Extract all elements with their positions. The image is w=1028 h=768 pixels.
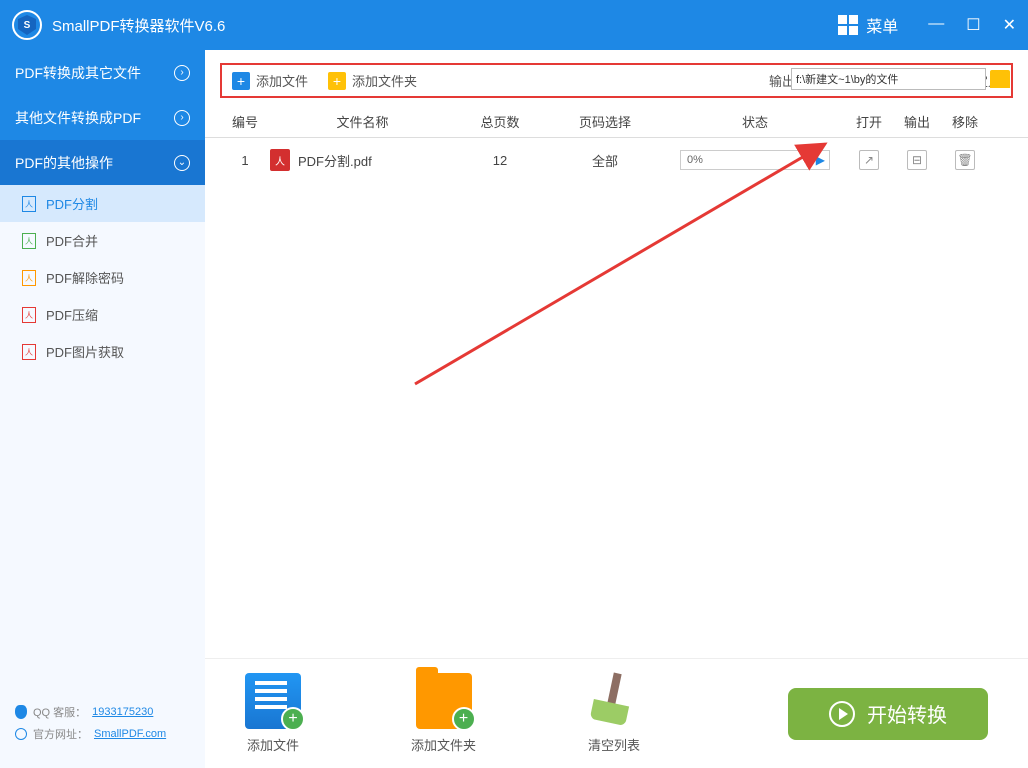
sidebar-item-compress[interactable]: PDF压缩 — [0, 296, 205, 333]
pdf-file-icon: 人 — [270, 149, 290, 171]
big-add-folder-button[interactable]: 添加文件夹 — [411, 673, 476, 754]
remove-button[interactable]: 🗑 — [955, 150, 975, 170]
add-folder-label: 添加文件夹 — [352, 71, 417, 90]
file-name: PDF分割.pdf — [298, 151, 372, 170]
menu-grid-icon — [838, 15, 858, 35]
col-num: 编号 — [220, 112, 270, 131]
col-open: 打开 — [845, 112, 893, 131]
sidebar-cat-label: PDF转换成其它文件 — [15, 63, 141, 83]
sidebar-item-label: PDF合并 — [46, 231, 98, 250]
big-clear-button[interactable]: 清空列表 — [586, 673, 642, 754]
sidebar: PDF转换成其它文件 › 其他文件转换成PDF › PDF的其他操作 ⌄ PDF… — [0, 50, 205, 768]
pdf-icon — [22, 196, 36, 212]
col-remove: 移除 — [941, 112, 989, 131]
sidebar-cat-pdf-ops[interactable]: PDF的其他操作 ⌄ — [0, 140, 205, 185]
add-folder-button[interactable]: + 添加文件夹 — [328, 71, 417, 90]
play-circle-icon — [829, 701, 855, 727]
sidebar-item-extract-img[interactable]: PDF图片获取 — [0, 333, 205, 370]
bottom-bar: 添加文件 添加文件夹 清空列表 开始转换 — [205, 658, 1028, 768]
maximize-button[interactable]: ☐ — [966, 15, 980, 35]
play-icon: ▶ — [816, 153, 825, 167]
folder-plus-icon: + — [328, 72, 346, 90]
chevron-down-icon: ⌄ — [174, 155, 190, 171]
cell-pages: 12 — [455, 153, 545, 168]
sidebar-item-merge[interactable]: PDF合并 — [0, 222, 205, 259]
sidebar-item-split[interactable]: PDF分割 — [0, 185, 205, 222]
browse-folder-button[interactable] — [990, 70, 1010, 88]
col-name: 文件名称 — [270, 112, 455, 131]
table-header: 编号 文件名称 总页数 页码选择 状态 打开 输出 移除 — [205, 106, 1028, 138]
minimize-button[interactable]: ― — [928, 15, 944, 35]
globe-icon — [15, 728, 27, 740]
add-file-label: 添加文件 — [256, 71, 308, 90]
close-button[interactable]: ✕ — [1003, 15, 1016, 35]
chevron-right-icon: › — [174, 65, 190, 81]
clear-icon — [586, 673, 642, 729]
menu-label: 菜单 — [866, 13, 898, 37]
app-title: SmallPDF转换器软件V6.6 — [52, 15, 838, 36]
site-link[interactable]: SmallPDF.com — [94, 728, 166, 740]
big-btn-label: 添加文件夹 — [411, 735, 476, 754]
sidebar-item-label: PDF压缩 — [46, 305, 98, 324]
col-pages: 总页数 — [455, 112, 545, 131]
window-controls: ― ☐ ✕ — [928, 15, 1016, 35]
table-row[interactable]: 1 人 PDF分割.pdf 12 全部 0% ▶ ↗ ⊟ 🗑 — [205, 138, 1028, 182]
plus-icon: + — [232, 72, 250, 90]
pdf-icon — [22, 344, 36, 360]
output-path-input[interactable] — [791, 68, 986, 90]
menu-button[interactable]: 菜单 — [838, 13, 898, 37]
sidebar-cat-other-to-pdf[interactable]: 其他文件转换成PDF › — [0, 95, 205, 140]
sidebar-cat-label: PDF的其他操作 — [15, 153, 113, 173]
sidebar-footer: QQ 客服： 1933175230 官方网址： SmallPDF.com — [0, 694, 205, 768]
start-convert-button[interactable]: 开始转换 — [788, 688, 988, 740]
sidebar-item-label: PDF解除密码 — [46, 268, 124, 287]
add-folder-icon — [416, 673, 472, 729]
start-label: 开始转换 — [867, 699, 947, 728]
main-panel: + 添加文件 + 添加文件夹 输出目录： 原文件夹 自定义 — [205, 50, 1028, 768]
add-file-icon — [245, 673, 301, 729]
big-btn-label: 添加文件 — [247, 735, 299, 754]
add-file-button[interactable]: + 添加文件 — [232, 71, 308, 90]
col-output: 输出 — [893, 112, 941, 131]
output-button[interactable]: ⊟ — [907, 150, 927, 170]
qq-link[interactable]: 1933175230 — [92, 706, 153, 718]
big-btn-label: 清空列表 — [588, 735, 640, 754]
app-logo: S — [12, 10, 42, 40]
cell-page-select[interactable]: 全部 — [545, 151, 665, 170]
sidebar-cat-label: 其他文件转换成PDF — [15, 108, 141, 128]
pdf-icon — [22, 270, 36, 286]
cell-name: 人 PDF分割.pdf — [270, 149, 455, 171]
sidebar-item-unlock[interactable]: PDF解除密码 — [0, 259, 205, 296]
site-label: 官方网址： — [33, 726, 88, 742]
cell-status: 0% ▶ — [665, 150, 845, 170]
big-add-file-button[interactable]: 添加文件 — [245, 673, 301, 754]
pdf-icon — [22, 233, 36, 249]
progress-value: 0% — [687, 154, 703, 166]
sidebar-cat-pdf-to-other[interactable]: PDF转换成其它文件 › — [0, 50, 205, 95]
pdf-icon — [22, 307, 36, 323]
open-button[interactable]: ↗ — [859, 150, 879, 170]
sidebar-item-label: PDF图片获取 — [46, 342, 124, 361]
qq-label: QQ 客服： — [33, 704, 86, 720]
col-page-select: 页码选择 — [545, 112, 665, 131]
col-status: 状态 — [665, 112, 845, 131]
titlebar: S SmallPDF转换器软件V6.6 菜单 ― ☐ ✕ — [0, 0, 1028, 50]
sidebar-item-label: PDF分割 — [46, 194, 98, 213]
progress-bar[interactable]: 0% ▶ — [680, 150, 830, 170]
cell-num: 1 — [220, 153, 270, 168]
qq-icon — [15, 705, 27, 719]
chevron-right-icon: › — [174, 110, 190, 126]
